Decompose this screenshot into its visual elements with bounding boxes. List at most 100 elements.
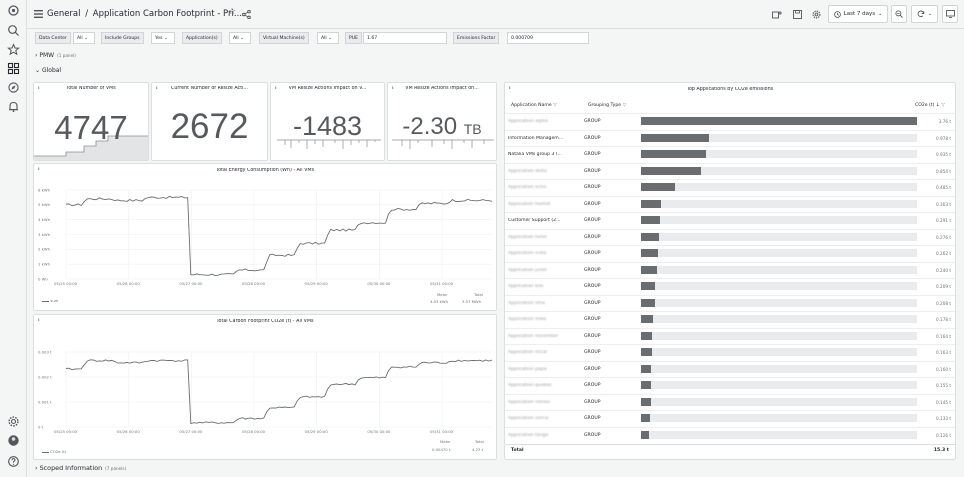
chevron-down-icon: ⌄	[927, 11, 933, 17]
settings-gear-icon[interactable]	[7, 415, 20, 428]
var-select-data-center[interactable]: All ⌄	[73, 32, 95, 44]
row-global[interactable]: ⌄ Global	[35, 67, 61, 74]
table-row[interactable]: Application oscar GROUP 0.163 t	[505, 344, 955, 360]
zoom-out-icon[interactable]	[891, 5, 907, 23]
carbon-line-chart[interactable]: 0.003 t 0.002 t 0.001 t 0 t 05/25 00:00 05/26…	[34, 329, 497, 449]
panel-top-applications[interactable]: ℹ Top Applications by CO2e emissions App…	[504, 82, 956, 460]
table-row[interactable]: Application alpha GROUP 3.76 t	[505, 113, 955, 129]
cell-application-name[interactable]: Application quebec	[508, 383, 584, 388]
time-range-picker[interactable]: Last 7 days ⌄	[828, 5, 888, 23]
table-row[interactable]: Application papa GROUP 0.160 t	[505, 360, 955, 377]
x-tick-label: 05/31 00:00	[430, 281, 454, 286]
help-icon[interactable]	[7, 455, 20, 468]
series-line[interactable]	[65, 195, 493, 276]
table-row[interactable]: Application mike GROUP 0.178 t	[505, 311, 955, 327]
cell-application-name[interactable]: Natalia VMs group 3 (...	[508, 152, 584, 157]
user-avatar-icon[interactable]	[7, 434, 20, 447]
table-row[interactable]: Application foxtrot GROUP 0.303 t	[505, 195, 955, 212]
var-value: Yes	[155, 36, 163, 41]
cell-application-name[interactable]: Application sierra	[508, 416, 584, 421]
table-row[interactable]: Application romeo GROUP 0.145 t	[505, 393, 955, 410]
cell-application-name[interactable]: Application tango	[508, 433, 584, 438]
column-label: Grouping Type	[588, 103, 622, 108]
var-select-include-groups[interactable]: Yes ⌄	[151, 32, 175, 44]
cell-application-name[interactable]: Application foxtrot	[508, 202, 584, 207]
panel-energy-consumption[interactable]: ℹ Total Energy Consumption (Wh) - All VM…	[33, 163, 497, 311]
table-row[interactable]: Application tango GROUP 0.126 t	[505, 426, 955, 443]
cell-application-name[interactable]: Application lima	[508, 301, 584, 306]
cell-application-name[interactable]: Customer Support (2...	[508, 218, 584, 223]
grafana-logo-icon[interactable]	[7, 4, 20, 17]
filter-icon[interactable]: ▽	[553, 103, 557, 108]
table-row[interactable]: Application lima GROUP 0.208 t	[505, 294, 955, 311]
breadcrumb-folder[interactable]: General	[47, 9, 81, 19]
table-row[interactable]: Application kilo GROUP 0.209 t	[505, 278, 955, 294]
var-select-virtual-machines[interactable]: All ⌄	[317, 32, 339, 44]
table-row[interactable]: Customer Support (2... GROUP 0.291 t	[505, 212, 955, 228]
cell-co2e-value: 0.303 t	[936, 201, 951, 207]
cell-application-name[interactable]: Application papa	[508, 367, 584, 372]
legend-item[interactable]: CO2e (t)	[42, 449, 66, 454]
dashboard-settings-icon[interactable]	[808, 5, 825, 23]
y-tick-label: 3 kWh	[38, 232, 51, 237]
cell-application-name[interactable]: Application mike	[508, 317, 584, 322]
cell-application-name[interactable]: Application oscar	[508, 350, 584, 355]
starred-icon[interactable]	[7, 43, 20, 56]
var-value: All	[233, 36, 239, 41]
cell-application-name[interactable]: Application kilo	[508, 284, 584, 289]
cell-application-name[interactable]: Information Managem...	[508, 136, 584, 141]
table-row[interactable]: Application sierra GROUP 0.133 t	[505, 410, 955, 426]
row-scoped-information[interactable]: › Scoped Information (7 panels)	[35, 464, 126, 472]
cell-application-name[interactable]: Application echo	[508, 185, 584, 190]
y-tick-label: 0 t	[38, 424, 44, 429]
star-icon[interactable]: ☆	[228, 7, 236, 17]
var-input-pue[interactable]: 1.67	[363, 32, 447, 44]
table-row[interactable]: Natalia VMs group 3 (... GROUP 0.935 t	[505, 146, 955, 162]
row-pmw[interactable]: › PMW (1 panel)	[35, 52, 76, 59]
table-row[interactable]: Application juliet GROUP 0.240 t	[505, 261, 955, 278]
column-header-co2e[interactable]: CO2e (t) ↓ ▽	[915, 103, 945, 108]
column-header-app-name[interactable]: Application Name ▽	[511, 103, 557, 108]
table-row[interactable]: Application hotel GROUP 0.276 t	[505, 228, 955, 245]
cell-application-name[interactable]: Application alpha	[508, 119, 584, 124]
explore-icon[interactable]	[7, 81, 20, 94]
stat-panel-resize-actions[interactable]: ℹ Current Number of Resize Acti... 2672	[151, 82, 268, 161]
table-row[interactable]: Application delta GROUP 0.854 t	[505, 162, 955, 179]
table-row[interactable]: Application india GROUP 0.262 t	[505, 245, 955, 261]
add-panel-icon[interactable]	[769, 5, 786, 23]
table-row[interactable]: Application november GROUP 0.164 t	[505, 327, 955, 344]
cell-application-name[interactable]: Application romeo	[508, 400, 584, 405]
dashboard-title[interactable]: Application Carbon Footprint - Pri...	[93, 9, 242, 19]
tv-mode-icon[interactable]	[942, 5, 958, 23]
panel-carbon-footprint[interactable]: ℹ Total Carbon Footprint CO2e (t) - All …	[33, 314, 497, 460]
cell-application-name[interactable]: Application juliet	[508, 268, 584, 273]
column-header-grouping-type[interactable]: Grouping Type ▽	[588, 103, 626, 108]
panel-title: Total Number of VMs	[66, 86, 116, 91]
chevron-right-icon: ›	[35, 52, 38, 59]
cell-application-name[interactable]: Application delta	[508, 169, 584, 174]
stat-panel-total-vms[interactable]: ℹ Total Number of VMs 4747	[33, 82, 149, 161]
share-icon[interactable]	[242, 10, 251, 19]
table-row[interactable]: Information Managem... GROUP 0.978 t	[505, 129, 955, 146]
var-input-emissions-factor[interactable]: 0.000709	[507, 32, 589, 44]
stat-panel-vm-resize-impact-storage[interactable]: ℹ VM Resize Actions Impact on... -2.30 T…	[387, 82, 497, 161]
alerting-bell-icon[interactable]	[7, 100, 20, 113]
refresh-button[interactable]: ⌄	[911, 5, 938, 23]
filter-icon[interactable]: ▽	[941, 103, 945, 108]
legend-total-value: 3.57 MWh	[462, 299, 482, 304]
search-icon[interactable]	[7, 24, 20, 37]
table-row[interactable]: Application quebec GROUP 0.155 t	[505, 377, 955, 393]
bar-gauge-fill	[641, 315, 653, 323]
var-select-applications[interactable]: All ⌄	[229, 32, 251, 44]
series-line[interactable]	[65, 359, 493, 425]
save-dashboard-icon[interactable]	[789, 5, 806, 23]
stat-panel-vm-resize-impact[interactable]: ℹ VM Resize Actions Impact on V... -1483	[270, 82, 385, 161]
cell-application-name[interactable]: Application india	[508, 251, 584, 256]
dashboards-icon[interactable]	[7, 62, 20, 75]
legend-item[interactable]: sum	[42, 298, 58, 303]
energy-line-chart[interactable]: 6 kWh 5 kWh 4 kWh 3 kWh 2 kWh 1 kWh 0 Wh 05/25 …	[34, 178, 497, 298]
filter-icon[interactable]: ▽	[623, 103, 627, 108]
cell-application-name[interactable]: Application november	[508, 334, 584, 339]
cell-application-name[interactable]: Application hotel	[508, 235, 584, 240]
table-row[interactable]: Application echo GROUP 0.485 t	[505, 179, 955, 195]
